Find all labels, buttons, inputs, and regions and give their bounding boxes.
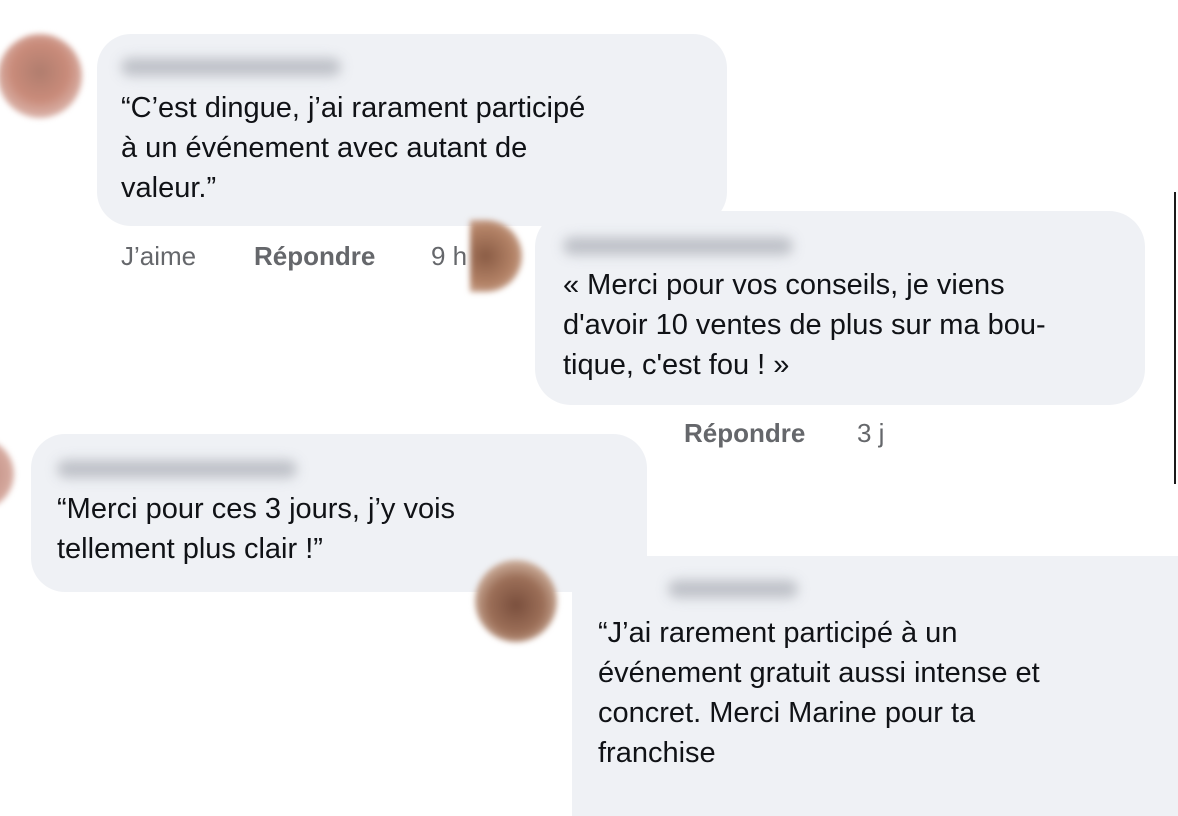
timestamp: 3 j	[857, 418, 885, 448]
comment-text: « Merci pour vos conseils, je viens d'av…	[563, 269, 1046, 381]
timestamp: 9 h	[431, 241, 468, 271]
comment-text: “J’ai rarement participé à un événement …	[598, 617, 1040, 769]
comment-bubble: “C’est dingue, j’ai rarament participé à…	[97, 34, 727, 226]
commenter-name[interactable]	[668, 580, 798, 598]
avatar[interactable]	[0, 34, 82, 118]
avatar[interactable]	[0, 438, 14, 510]
comment-bubble: “Merci pour ces 3 jours, j’y vois tellem…	[31, 434, 647, 592]
reply-link[interactable]: Répondre	[254, 241, 375, 272]
comment-text: “Merci pour ces 3 jours, j’y vois tellem…	[57, 493, 456, 565]
comment-bubble: « Merci pour vos conseils, je viens d'av…	[535, 211, 1145, 405]
comment-text: “C’est dingue, j’ai rarament participé à…	[121, 92, 586, 204]
commenter-name[interactable]	[121, 58, 341, 76]
commenter-name[interactable]	[563, 237, 793, 255]
divider	[1174, 192, 1176, 484]
reply-link[interactable]: Répondre	[684, 418, 805, 449]
comment-bubble: “J’ai rarement participé à un événement …	[572, 556, 1178, 816]
avatar[interactable]	[470, 220, 522, 292]
avatar[interactable]	[475, 560, 557, 642]
commenter-name[interactable]	[57, 460, 297, 478]
like-link[interactable]: J’aime	[121, 241, 196, 272]
